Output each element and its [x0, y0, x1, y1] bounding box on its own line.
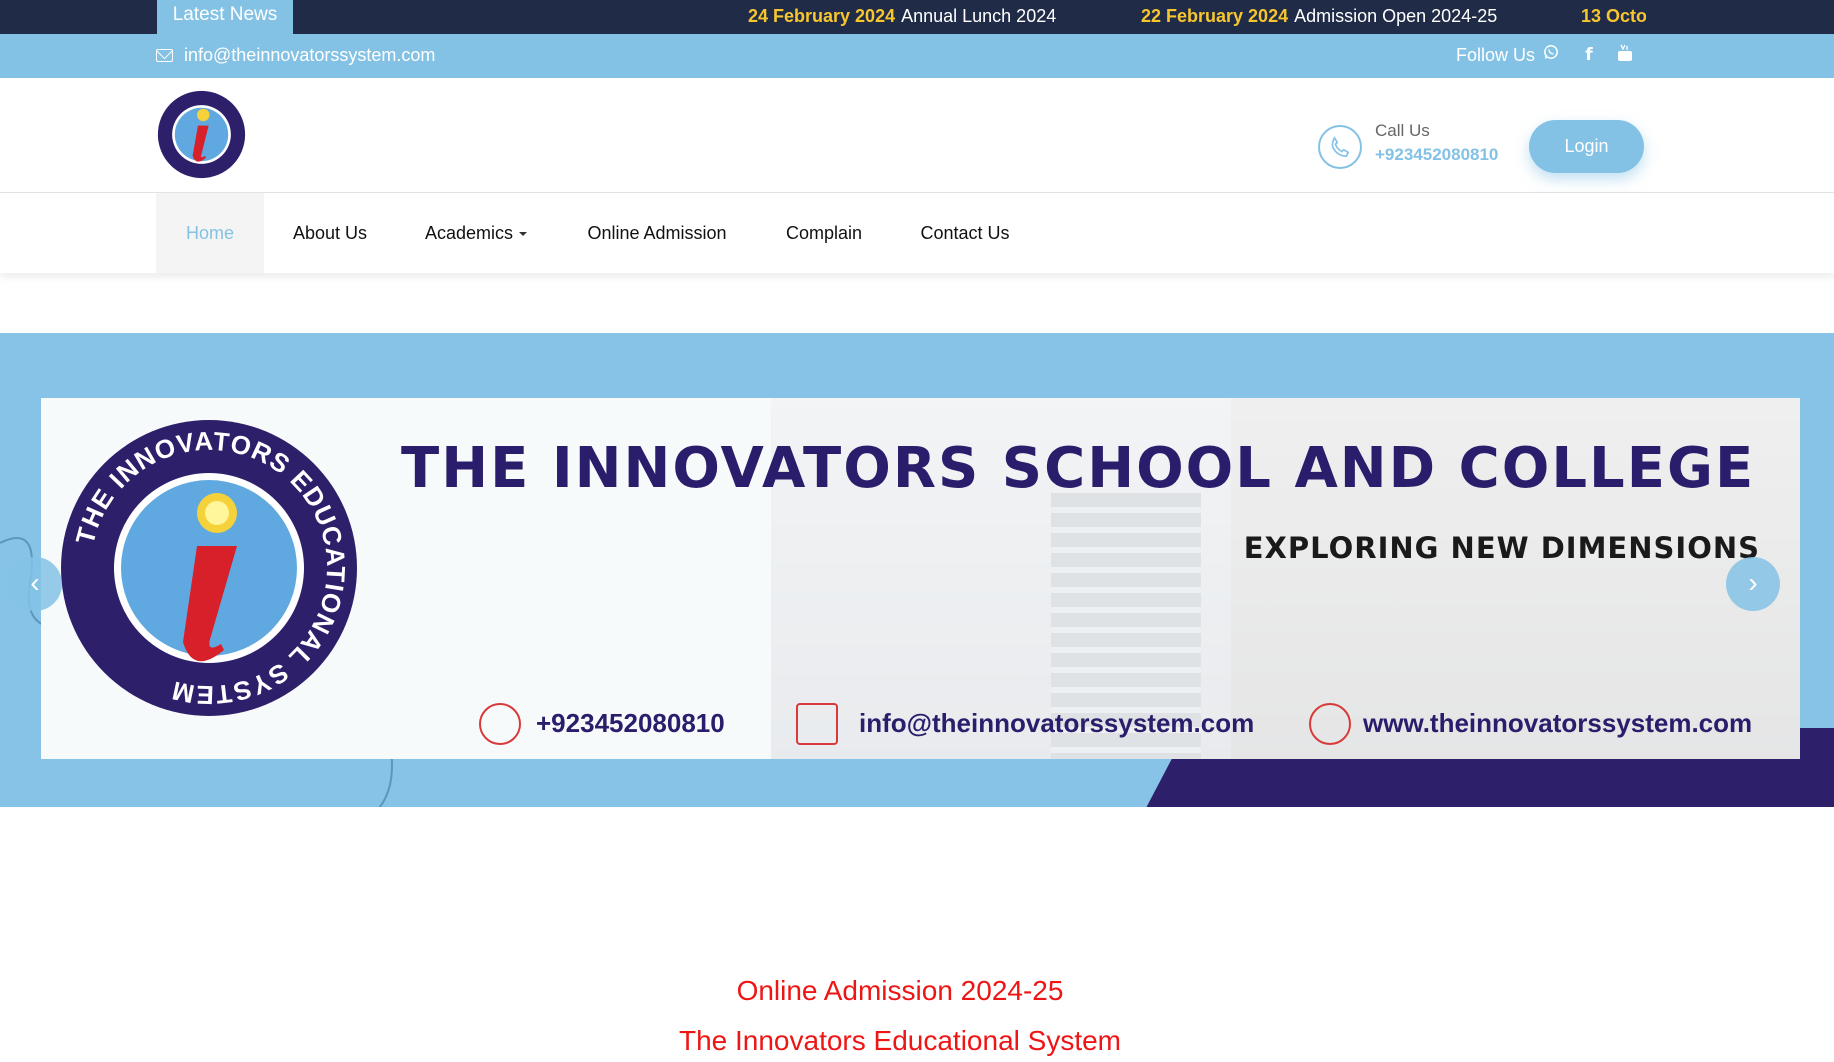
contact-bar: info@theinnovatorssystem.com Follow Us f — [0, 34, 1834, 78]
news-ticker-bar: Latest News 24 February 2024 Annual Lunch… — [0, 0, 1834, 34]
call-number-link[interactable]: +923452080810 — [1375, 145, 1498, 165]
news-date: 24 February 2024 — [748, 6, 896, 26]
slide-email: info@theinnovatorssystem.com — [859, 708, 1255, 738]
news-title: Annual Lunch 2024 — [901, 6, 1057, 26]
envelope-icon — [796, 703, 838, 745]
news-item[interactable]: 13 Octol — [1581, 0, 1646, 34]
nav-item-academics-label: Academics — [424, 223, 514, 243]
news-item[interactable]: 24 February 2024 Annual Lunch 2024 — [748, 0, 1056, 34]
nav-item-about-us[interactable]: About Us — [280, 193, 380, 273]
facebook-icon[interactable]: f — [1578, 44, 1600, 66]
main-nav: Home About Us Academics Online Admission… — [0, 193, 1834, 273]
phone-icon — [479, 703, 521, 745]
hero-slider: THE INNOVATORS EDUCATIONAL SYSTEM THE IN… — [0, 333, 1834, 807]
follow-us-label: Follow Us — [1456, 45, 1536, 65]
whatsapp-icon[interactable] — [1540, 44, 1562, 66]
latest-news-label: Latest News — [157, 0, 293, 34]
login-button[interactable]: Login — [1529, 120, 1644, 173]
slider-prev-button[interactable]: ‹ — [8, 557, 62, 611]
admission-heading: Online Admission 2024-25 — [736, 975, 1064, 1006]
slider-next-button[interactable]: › — [1726, 557, 1780, 611]
call-us-label: Call Us — [1375, 121, 1430, 140]
site-header: Call Us +923452080810 Login — [0, 78, 1834, 193]
news-item[interactable]: 22 February 2024 Admission Open 2024-25 — [1141, 0, 1497, 34]
slide-title: THE INNOVATORS SCHOOL AND COLLEGE — [401, 436, 1756, 501]
news-ticker: 24 February 2024 Annual Lunch 2024 22 Feb… — [300, 0, 1646, 34]
youtube-icon[interactable] — [1614, 44, 1636, 66]
news-date: 13 Octol — [1581, 6, 1646, 26]
nav-item-online-admission[interactable]: Online Admission — [578, 193, 736, 273]
caret-down-icon — [519, 232, 528, 237]
slide-subtitle: EXPLORING NEW DIMENSIONS — [1243, 531, 1760, 565]
news-title: Admission Open 2024-25 — [1294, 6, 1498, 26]
slide-phone: +923452080810 — [536, 708, 725, 738]
globe-icon — [1309, 703, 1351, 745]
slide-banner: THE INNOVATORS EDUCATIONAL SYSTEM THE IN… — [41, 398, 1800, 759]
slide-logo: THE INNOVATORS EDUCATIONAL SYSTEM — [61, 420, 357, 716]
nav-item-academics[interactable]: Academics — [412, 193, 540, 273]
school-logo[interactable] — [157, 90, 246, 179]
nav-item-home[interactable]: Home — [156, 193, 264, 273]
nav-item-complain[interactable]: Complain — [776, 193, 872, 273]
nav-item-contact-us[interactable]: Contact Us — [910, 193, 1020, 273]
phone-icon — [1318, 125, 1362, 169]
news-date: 22 February 2024 — [1141, 6, 1289, 26]
envelope-icon — [156, 49, 173, 62]
slide-website: www.theinnovatorssystem.com — [1363, 708, 1753, 738]
school-name-heading: The Innovators Educational System — [678, 1025, 1121, 1056]
header-email-link[interactable]: info@theinnovatorssystem.com — [184, 45, 435, 66]
